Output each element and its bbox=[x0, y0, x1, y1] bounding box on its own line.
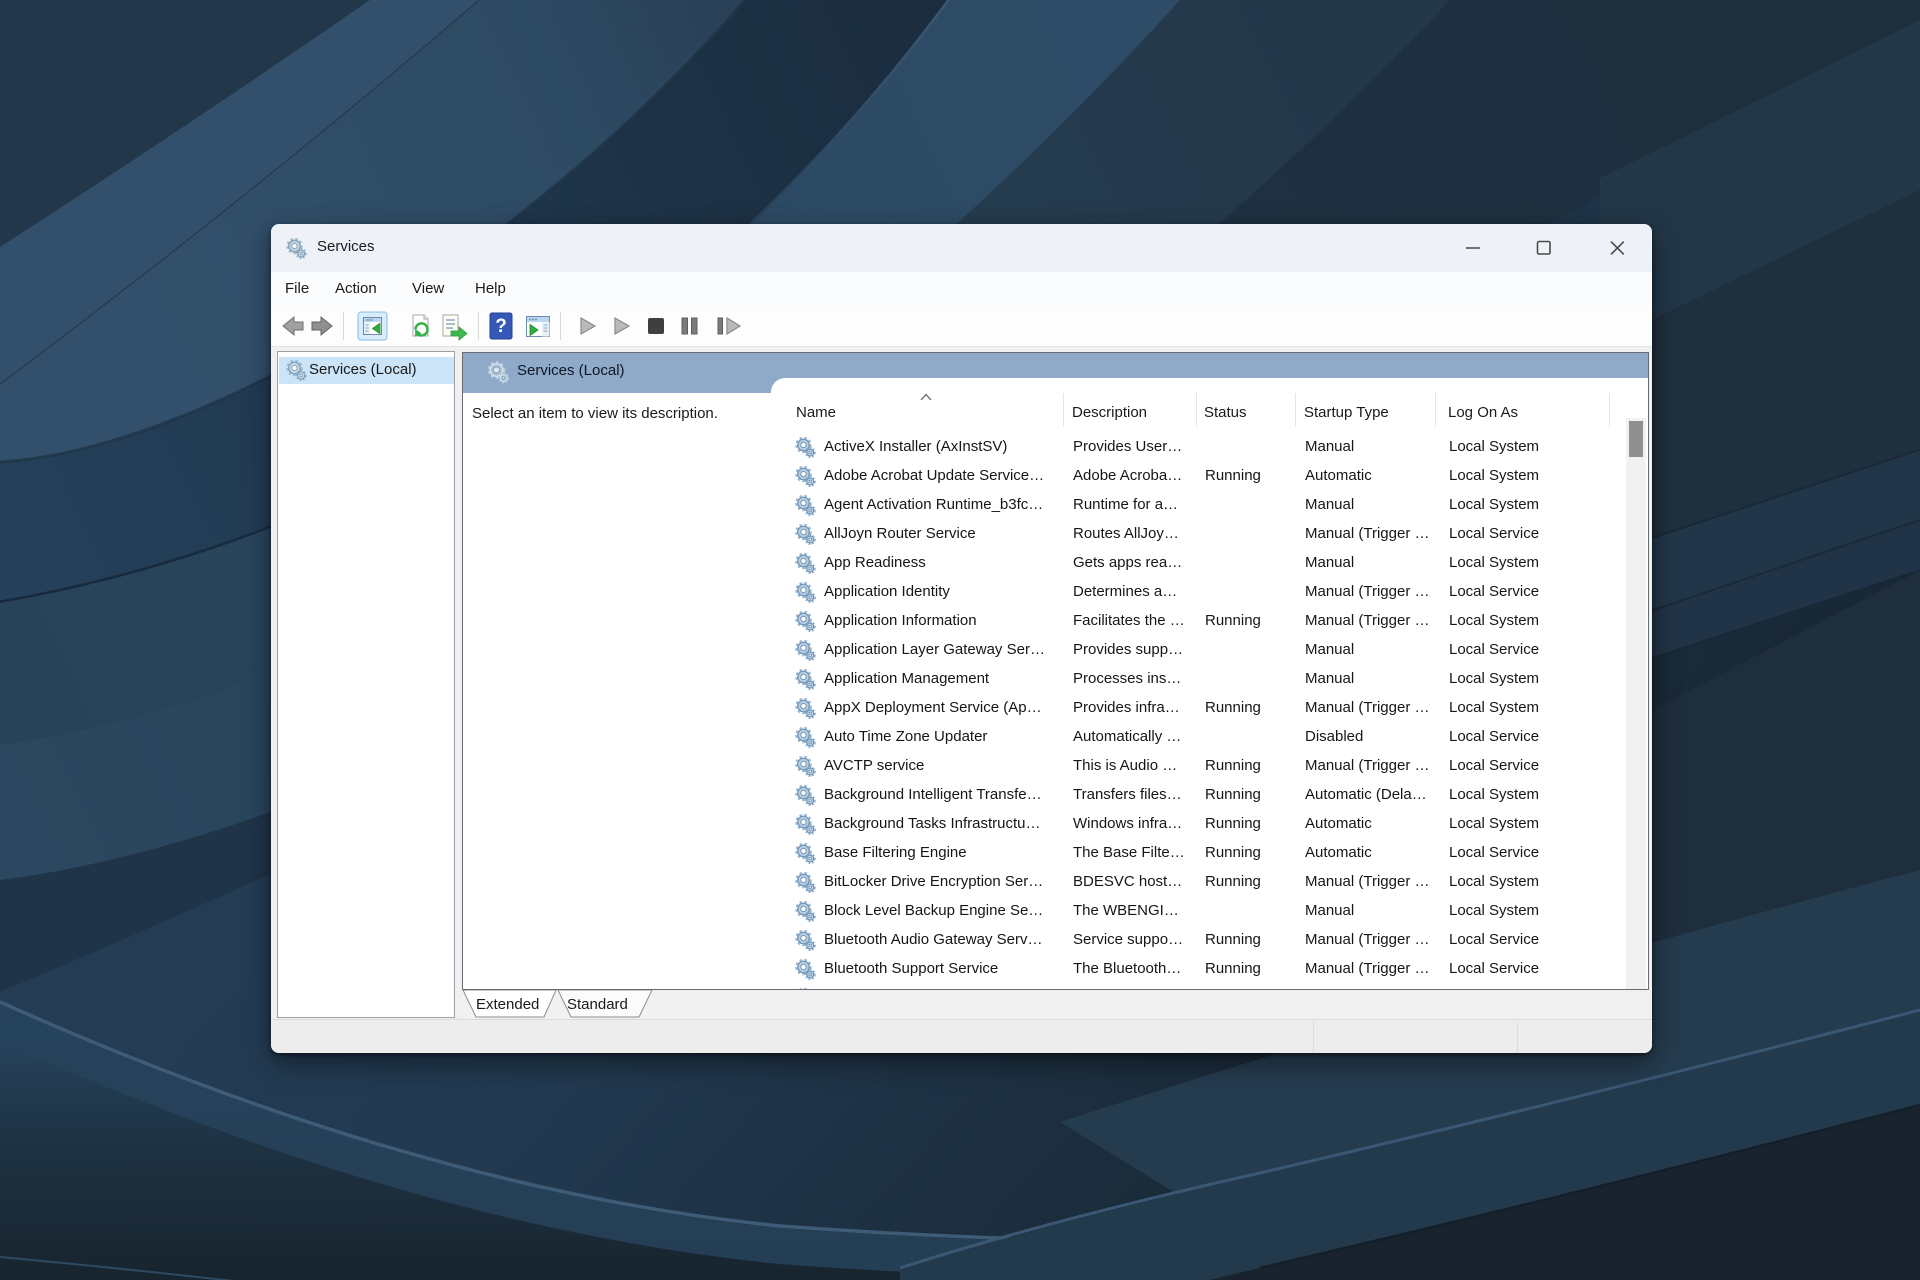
svg-text:Standard: Standard bbox=[567, 996, 628, 1013]
svg-text:?: ? bbox=[495, 316, 507, 337]
svg-text:Extended: Extended bbox=[476, 996, 539, 1013]
